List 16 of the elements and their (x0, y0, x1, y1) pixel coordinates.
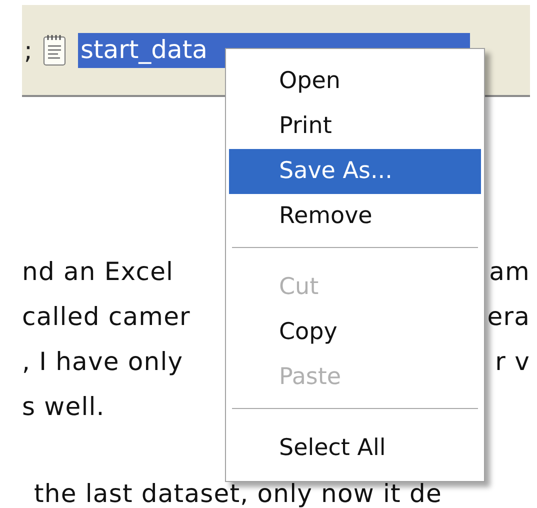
menu-item[interactable]: Select All (229, 426, 481, 471)
menu-item[interactable]: Print (229, 104, 481, 149)
body-text: s well. (22, 391, 105, 423)
notepad-icon (42, 33, 68, 67)
menu-item[interactable]: Open (229, 59, 481, 104)
body-text: am (489, 256, 530, 288)
body-text: the last dataset, only now it de (33, 478, 442, 508)
menu-item[interactable]: Remove (229, 194, 481, 239)
body-text: era (487, 301, 530, 333)
menu-item[interactable]: Save As... (229, 149, 481, 194)
menu-item[interactable]: Copy (229, 310, 481, 355)
separator-text: ; (24, 36, 32, 64)
body-text: called camer (22, 301, 190, 333)
body-text: nd an Excel (22, 256, 174, 288)
body-text: , I have only (22, 346, 184, 378)
body-text: r v (495, 346, 530, 378)
